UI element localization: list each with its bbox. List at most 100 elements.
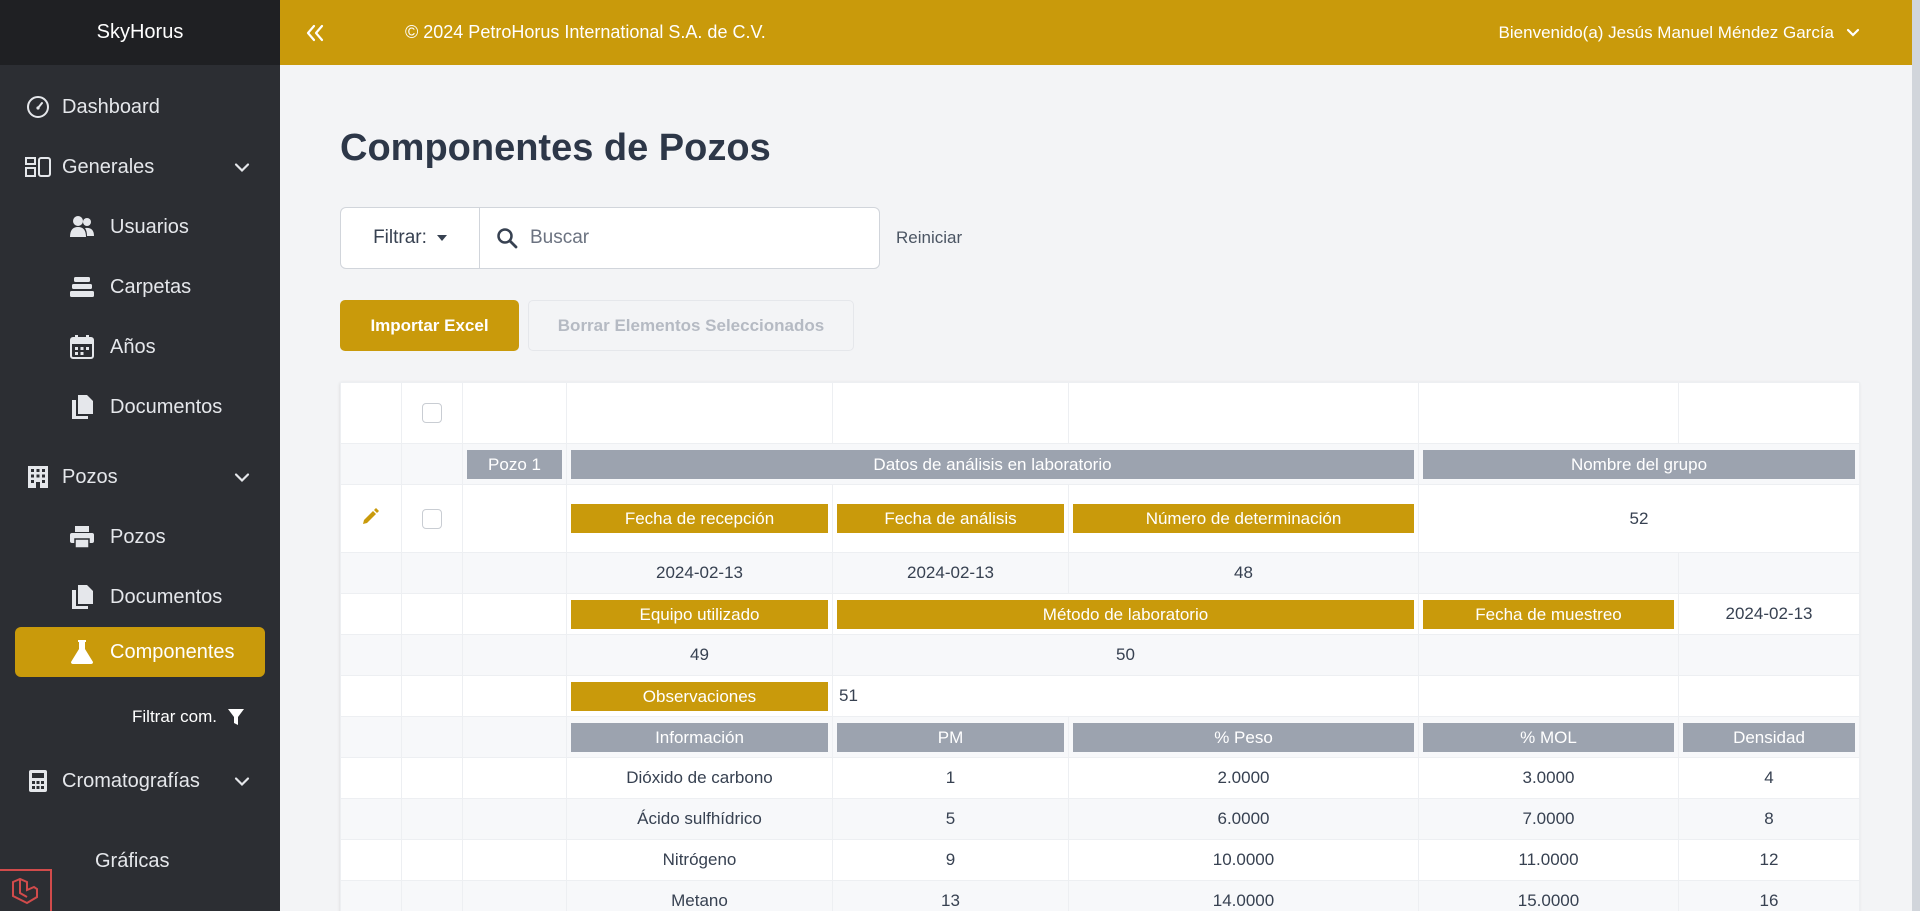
column-header: Densidad	[1683, 722, 1855, 752]
table-cell: 12	[1678, 839, 1860, 881]
sidebar-item-label: Cromatografías	[62, 769, 200, 792]
table-row: Equipo utilizado Método de laboratorio F…	[340, 593, 1860, 635]
user-menu[interactable]: Bienvenido(a) Jesús Manuel Méndez García	[1499, 23, 1860, 43]
sidebar-item-cromatografias[interactable]: Cromatografías	[0, 751, 280, 811]
group-name-header: Nombre del grupo	[1423, 449, 1855, 479]
table-header-row	[340, 382, 1860, 444]
nombre-grupo-value: 52	[1418, 484, 1860, 553]
collapse-sidebar-button[interactable]	[280, 24, 350, 42]
sidebar-item-label: Documentos	[110, 585, 223, 608]
toolbar: Filtrar: Reiniciar	[340, 207, 1860, 269]
brand-logo[interactable]: SkyHorus	[0, 0, 280, 65]
table-cell: 11.0000	[1418, 839, 1679, 881]
reset-link[interactable]: Reiniciar	[896, 228, 962, 248]
page-scrollbar[interactable]	[1912, 0, 1920, 911]
row-checkbox[interactable]	[422, 508, 442, 529]
chevron-down-icon	[234, 156, 250, 179]
table-cell: Metano	[566, 880, 833, 911]
sidebar-item-carpetas[interactable]: Carpetas	[0, 257, 280, 317]
sidebar-item-componentes[interactable]: Componentes	[15, 627, 265, 677]
table-cell: 8	[1678, 798, 1860, 840]
caret-down-icon	[436, 235, 447, 241]
fecha-muestreo-value: 2024-02-13	[1678, 593, 1860, 635]
table-cell: Ácido sulfhídrico	[566, 798, 833, 840]
table-cell: Dióxido de carbono	[566, 757, 833, 799]
filter-components-link[interactable]: Filtrar com.	[0, 687, 280, 747]
search-input[interactable]	[530, 227, 850, 249]
sidebar-item-label: Documentos	[110, 395, 223, 418]
pozo-badge: Pozo 1	[467, 449, 562, 479]
delete-selected-button[interactable]: Borrar Elementos Seleccionados	[528, 300, 854, 351]
sidebar-item-dashboard[interactable]: Dashboard	[0, 77, 280, 137]
documents-icon	[68, 583, 96, 611]
equipo-label: Equipo utilizado	[571, 599, 828, 629]
table-row: Dióxido de carbono 1 2.0000 3.0000 4	[340, 757, 1860, 799]
numero-determinacion-label: Número de determinación	[1073, 504, 1414, 533]
fecha-analisis-label: Fecha de análisis	[837, 504, 1064, 533]
components-table: Pozo 1 Datos de análisis en laboratorio …	[340, 382, 1860, 911]
page-title: Componentes de Pozos	[340, 127, 771, 169]
sidebar-item-documentos[interactable]: Documentos	[0, 377, 280, 437]
sidebar-item-label: Componentes	[110, 640, 235, 663]
pencil-icon[interactable]	[361, 506, 381, 526]
sidebar-item-label: Usuarios	[110, 215, 189, 238]
sidebar-nav: Dashboard Generales Usuarios Carpetas Añ…	[0, 65, 280, 891]
table-row: Nitrógeno 9 10.0000 11.0000 12	[340, 839, 1860, 881]
sidebar-item-generales[interactable]: Generales	[0, 137, 280, 197]
building-icon	[24, 463, 52, 491]
numero-determinacion-value: 48	[1068, 552, 1419, 594]
top-bar: © 2024 PetroHorus International S.A. de …	[280, 0, 1920, 65]
chevron-down-icon	[1846, 28, 1860, 37]
column-header: PM	[837, 722, 1064, 752]
observaciones-label: Observaciones	[571, 681, 828, 711]
sidebar-item-label: Generales	[62, 155, 155, 178]
chevron-down-icon	[234, 466, 250, 489]
calendar-icon	[68, 333, 96, 361]
table-cell: 5	[832, 798, 1069, 840]
documents-icon	[68, 393, 96, 421]
select-all-checkbox[interactable]	[422, 403, 442, 424]
welcome-text: Bienvenido(a) Jesús Manuel Méndez García	[1498, 22, 1834, 42]
calculator-icon	[24, 767, 52, 795]
components-header-row: Información PM % Peso % MOL Densidad	[340, 716, 1860, 758]
filter-dropdown[interactable]: Filtrar:	[340, 207, 480, 269]
lab-data-header: Datos de análisis en laboratorio	[571, 449, 1414, 479]
main-content: Componentes de Pozos Filtrar: Reiniciar …	[340, 65, 1860, 911]
table-cell: 10.0000	[1068, 839, 1419, 881]
table-cell: 9	[832, 839, 1069, 881]
table-cell: 4	[1678, 757, 1860, 799]
printer-icon	[68, 523, 96, 551]
sidebar-item-pozos[interactable]: Pozos	[0, 507, 280, 567]
table-row: Ácido sulfhídrico 5 6.0000 7.0000 8	[340, 798, 1860, 840]
fecha-recepcion-value: 2024-02-13	[566, 552, 833, 594]
metodo-label: Método de laboratorio	[837, 599, 1414, 629]
table-cell: Nitrógeno	[566, 839, 833, 881]
sidebar: SkyHorus Dashboard Generales Usuarios Ca…	[0, 0, 280, 911]
action-buttons: Importar Excel Borrar Elementos Seleccio…	[340, 300, 1860, 351]
table-cell: 2.0000	[1068, 757, 1419, 799]
sidebar-item-usuarios[interactable]: Usuarios	[0, 197, 280, 257]
sidebar-item-label: Años	[110, 335, 156, 358]
table-cell: 6.0000	[1068, 798, 1419, 840]
chevron-down-icon	[234, 770, 250, 793]
double-chevron-left-icon	[306, 24, 324, 41]
sidebar-item-anios[interactable]: Años	[0, 317, 280, 377]
column-header: % Peso	[1073, 722, 1414, 752]
table-cell: 7.0000	[1418, 798, 1679, 840]
import-excel-button[interactable]: Importar Excel	[340, 300, 519, 351]
column-header: % MOL	[1423, 722, 1674, 752]
sidebar-item-pozos-group[interactable]: Pozos	[0, 447, 280, 507]
sidebar-item-label: Carpetas	[110, 275, 192, 298]
filter-label: Filtrar:	[373, 227, 427, 248]
table-cell: 1	[832, 757, 1069, 799]
layout-icon	[24, 153, 52, 181]
fecha-muestreo-label: Fecha de muestreo	[1423, 599, 1674, 629]
sidebar-item-pozos-documentos[interactable]: Documentos	[0, 567, 280, 627]
search-icon	[497, 228, 518, 249]
filter-components-label: Filtrar com.	[132, 707, 217, 726]
filter-icon	[228, 709, 244, 725]
fecha-recepcion-label: Fecha de recepción	[571, 504, 828, 533]
table-cell: 15.0000	[1418, 880, 1679, 911]
table-row: 49 50	[340, 634, 1860, 676]
copyright-text: © 2024 PetroHorus International S.A. de …	[405, 22, 766, 42]
